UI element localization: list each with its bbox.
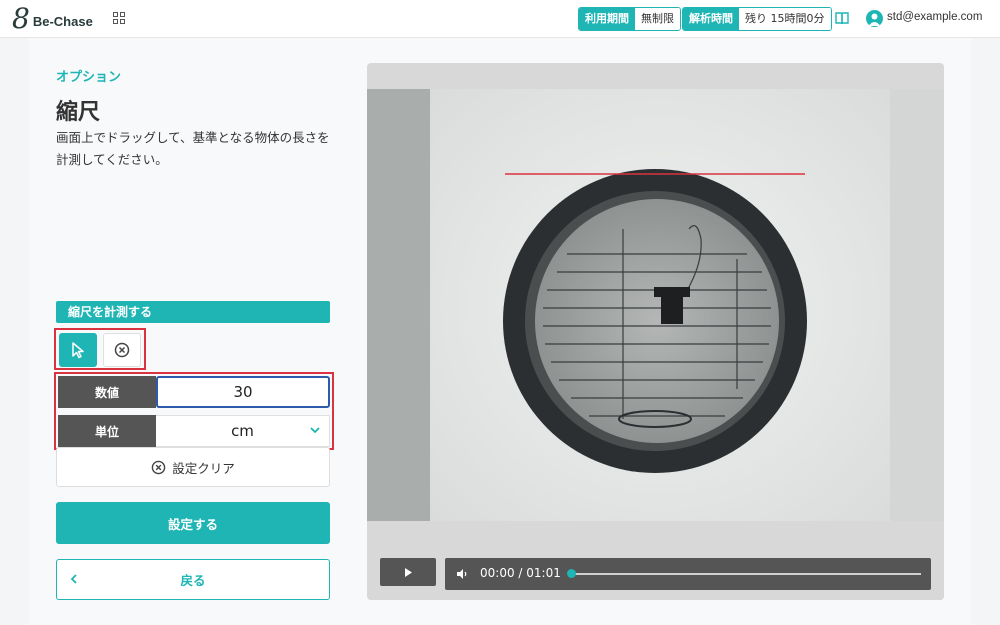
scale-fields-highlight: 数値 30 単位 cm <box>54 372 334 450</box>
video-frame[interactable] <box>367 89 944 521</box>
usage-period-value: 無制限 <box>635 8 680 30</box>
section-label: オプション <box>56 70 122 85</box>
unit-row: 単位 cm <box>58 415 330 447</box>
video-player: 00:00 / 01:01 <box>367 63 944 600</box>
clear-settings-label: 設定クリア <box>172 460 235 476</box>
back-label: 戻る <box>180 573 206 588</box>
value-input[interactable]: 30 <box>156 376 330 408</box>
clear-measure-button[interactable] <box>103 333 141 367</box>
player-controls: 00:00 / 01:01 <box>367 521 944 600</box>
playback-time: 00:00 / 01:01 <box>480 566 561 580</box>
play-icon <box>405 567 412 577</box>
app-header: 8 Be-Chase 利用期間 無制限 解析時間 残り 15時間0分 std@e… <box>0 0 1000 38</box>
volume-icon[interactable] <box>456 568 469 580</box>
page-title: 縮尺 <box>56 100 101 125</box>
circle-x-icon <box>151 460 166 474</box>
circle-x-icon <box>114 342 130 358</box>
brand-logo[interactable]: 8 Be-Chase <box>12 2 93 35</box>
usage-period-label: 利用期間 <box>579 8 635 30</box>
value-label: 数値 <box>58 376 156 408</box>
analysis-time-value: 残り 15時間0分 <box>739 8 831 30</box>
progress-bar: 00:00 / 01:01 <box>445 558 931 590</box>
instruction-text: 画面上でドラッグして、基準となる物体の長さを計測してください。 <box>56 130 330 167</box>
clear-settings-button[interactable]: 設定クリア <box>56 447 330 487</box>
seek-track[interactable] <box>571 573 921 575</box>
seek-handle[interactable] <box>567 569 576 578</box>
value-row: 数値 30 <box>58 376 330 408</box>
submit-settings-button[interactable]: 設定する <box>56 502 330 544</box>
brand-name: Be-Chase <box>32 13 93 29</box>
usage-period-badge: 利用期間 無制限 <box>578 7 681 31</box>
chevron-left-icon <box>70 574 77 584</box>
app-grid-icon[interactable] <box>113 12 125 24</box>
measure-heading: 縮尺を計測する <box>56 301 330 323</box>
measure-tools-highlight <box>54 328 146 370</box>
play-button[interactable] <box>380 558 436 586</box>
logo-mark-icon: 8 <box>12 2 30 35</box>
chevron-down-icon <box>310 427 320 434</box>
pointer-tool-button[interactable] <box>59 333 97 367</box>
unit-label: 単位 <box>58 415 156 447</box>
user-email[interactable]: std@example.com <box>887 11 982 23</box>
unit-select[interactable]: cm <box>156 415 330 447</box>
back-button[interactable]: 戻る <box>56 559 330 600</box>
user-avatar-icon[interactable] <box>866 10 883 27</box>
analysis-time-badge: 解析時間 残り 15時間0分 <box>682 7 832 31</box>
manual-book-icon[interactable] <box>835 11 849 25</box>
analysis-time-label: 解析時間 <box>683 8 739 30</box>
unit-selected-value: cm <box>231 422 254 440</box>
cursor-arrow-icon <box>72 342 84 359</box>
